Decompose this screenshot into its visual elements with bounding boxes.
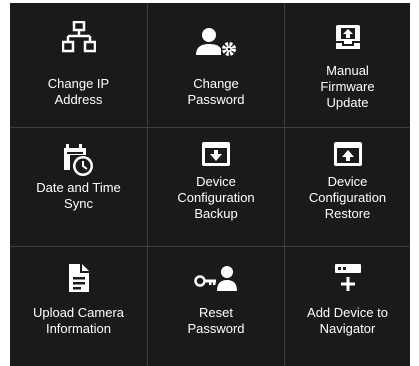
add-device-icon	[334, 264, 361, 291]
tile-label: Device Configuration Backup	[177, 174, 255, 221]
key-user-icon	[194, 266, 237, 291]
tile-label: Change IP Address	[47, 76, 110, 107]
tile-label: Date and Time Sync	[36, 180, 121, 211]
user-gear-icon	[196, 28, 236, 56]
network-icon	[61, 21, 96, 53]
tile-label: Reset Password	[187, 305, 245, 336]
device-tools-panel: Change IP Address Change Password Manual…	[10, 3, 410, 366]
tile-label: Add Device to Navigator	[307, 305, 388, 336]
tile-label: Change Password	[187, 76, 245, 107]
firmware-upload-icon	[335, 25, 360, 49]
tile-label: Device Configuration Restore	[308, 174, 387, 221]
calendar-clock-icon	[63, 144, 93, 176]
upload-camera-information-button[interactable]: Upload Camera Information	[10, 247, 148, 366]
tile-label: Upload Camera Information	[32, 305, 125, 336]
reset-password-button[interactable]: Reset Password	[148, 247, 285, 366]
tile-label: Manual Firmware Update	[320, 63, 375, 110]
add-device-to-navigator-button[interactable]: Add Device to Navigator	[285, 247, 410, 366]
device-configuration-restore-button[interactable]: Device Configuration Restore	[285, 128, 410, 247]
date-time-sync-button[interactable]: Date and Time Sync	[10, 128, 148, 247]
change-password-button[interactable]: Change Password	[148, 3, 285, 128]
device-configuration-backup-button[interactable]: Device Configuration Backup	[148, 128, 285, 247]
document-icon	[68, 264, 89, 292]
upload-box-icon	[333, 142, 362, 166]
manual-firmware-update-button[interactable]: Manual Firmware Update	[285, 3, 410, 128]
change-ip-address-button[interactable]: Change IP Address	[10, 3, 148, 128]
download-box-icon	[202, 142, 230, 166]
